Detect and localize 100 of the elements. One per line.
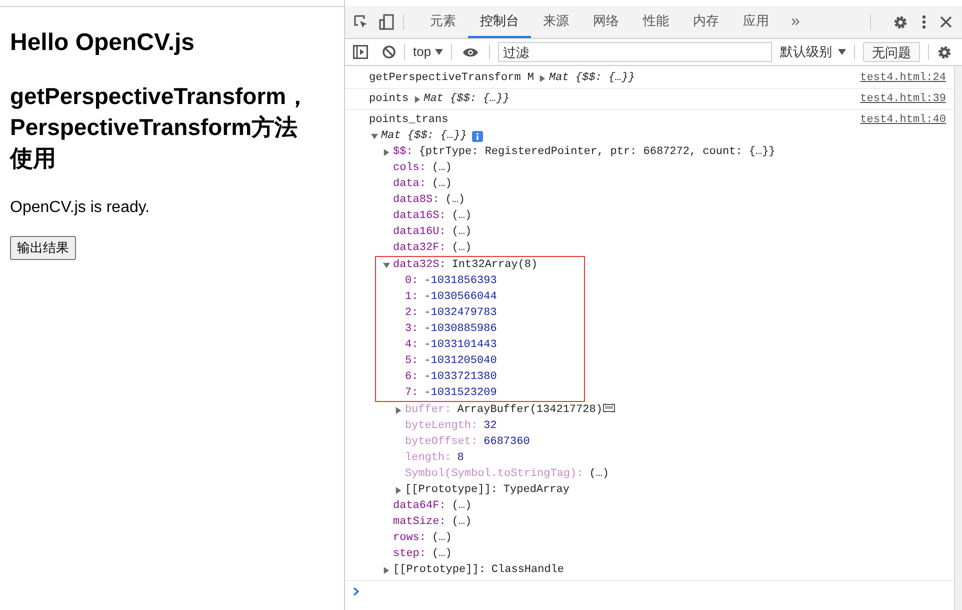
sidebar-toggle-icon[interactable] xyxy=(353,45,368,59)
devtools-tab[interactable]: 网络 xyxy=(581,6,631,38)
property-value: (…) xyxy=(452,224,472,240)
object-summary[interactable]: Mat {$$: {…}} xyxy=(549,70,635,86)
settings-icon[interactable] xyxy=(937,44,952,60)
property-value: -1033721380 xyxy=(424,370,497,385)
property-value: (…) xyxy=(432,176,452,192)
object-summary[interactable]: Mat {$$: {…}} xyxy=(381,128,467,144)
property-value: -1031856393 xyxy=(424,274,497,289)
property-value: TypedArray xyxy=(503,482,570,498)
collapsed-triangle-icon[interactable] xyxy=(383,566,390,574)
property-key: data16U: xyxy=(393,224,446,240)
devtools-tab[interactable]: 性能 xyxy=(631,6,681,38)
property-key: data8S: xyxy=(393,192,440,208)
source-link[interactable]: test4.html:40 xyxy=(860,112,946,128)
property-value: -1031523209 xyxy=(424,386,497,401)
clear-console-icon[interactable] xyxy=(382,45,396,59)
source-link[interactable]: test4.html:24 xyxy=(860,70,946,86)
property-value: ClassHandle xyxy=(491,562,564,578)
inspect-element-icon[interactable] xyxy=(353,14,369,30)
caret-icon xyxy=(838,49,846,55)
status-text: OpenCV.js is ready. xyxy=(10,198,151,218)
property-value: 8 xyxy=(457,450,464,466)
collapsed-triangle-icon[interactable] xyxy=(539,74,546,82)
filter-field[interactable]: 过滤 xyxy=(498,42,772,62)
log-message: points xyxy=(369,92,409,107)
collapsed-triangle-icon[interactable] xyxy=(414,96,421,102)
devtools-tab[interactable]: 内存 xyxy=(681,6,731,38)
close-icon[interactable] xyxy=(940,16,952,28)
log-message: points_trans xyxy=(369,112,448,128)
source-link[interactable]: test4.html:39 xyxy=(860,90,946,108)
property-value: -1030885986 xyxy=(424,322,497,337)
kebab-menu-icon[interactable] xyxy=(922,15,926,29)
property-value: (…) xyxy=(452,240,472,256)
expanded-triangle-icon[interactable] xyxy=(383,262,390,268)
property-key: 7: xyxy=(405,384,418,402)
property-value: (…) xyxy=(452,514,472,530)
page-heading: Hello OpenCV.js xyxy=(10,29,196,57)
property-value: -1033101443 xyxy=(424,338,497,353)
property-key: Symbol(Symbol.toStringTag): xyxy=(405,466,584,482)
property-value: {ptrType: RegisteredPointer, ptr: 6687272, count: {…}} xyxy=(418,144,776,160)
property-value: -1031205040 xyxy=(424,354,497,369)
devtools-tab[interactable]: 元素 xyxy=(418,6,468,38)
property-value: (…) xyxy=(432,160,452,176)
property-key: 0: xyxy=(405,272,418,290)
expanded-triangle-icon[interactable] xyxy=(371,132,378,140)
more-tabs-button[interactable]: » xyxy=(781,6,810,38)
output-button[interactable]: 输出结果 xyxy=(10,236,76,260)
property-key: 2: xyxy=(405,304,418,322)
property-key: length: xyxy=(405,450,452,466)
log-message: getPerspectiveTransform M xyxy=(369,70,534,86)
property-key: 5: xyxy=(405,352,418,370)
collapsed-triangle-icon[interactable] xyxy=(383,148,390,156)
property-key: rows: xyxy=(393,530,426,546)
issues-button[interactable]: 无问题 xyxy=(863,42,920,62)
property-key: byteLength: xyxy=(405,418,478,434)
property-value: (…) xyxy=(452,498,472,514)
collapsed-triangle-icon[interactable] xyxy=(395,486,402,494)
object-summary[interactable]: Mat {$$: {…}} xyxy=(424,90,510,108)
property-key: buffer: xyxy=(405,402,452,418)
log-level-dropdown[interactable]: 默认级别 xyxy=(780,42,846,62)
property-value: (…) xyxy=(452,208,472,224)
property-key: 6: xyxy=(405,368,418,386)
page-subheading: getPerspectiveTransform，PerspectiveTransform方法使用 xyxy=(10,82,310,173)
property-key: 4: xyxy=(405,336,418,354)
devtools-tab[interactable]: 应用 xyxy=(731,6,781,38)
property-key: data: xyxy=(393,176,426,192)
property-value: (…) xyxy=(432,530,452,546)
memory-inspector-icon[interactable] xyxy=(603,403,616,413)
devtools-tab[interactable]: 来源 xyxy=(531,6,581,38)
property-value: -1032479783 xyxy=(424,306,497,321)
collapsed-triangle-icon[interactable] xyxy=(395,406,402,414)
property-key: [[Prototype]]: xyxy=(393,562,486,578)
property-value: ArrayBuffer(134217728) xyxy=(457,402,602,418)
property-key: data32F: xyxy=(393,240,446,256)
property-value: -1030566044 xyxy=(424,290,497,305)
property-key: data64F: xyxy=(393,498,446,514)
prompt-chevron-icon[interactable] xyxy=(353,586,360,596)
info-icon xyxy=(472,130,483,142)
context-dropdown[interactable]: top xyxy=(413,42,444,62)
property-value: (…) xyxy=(445,192,466,208)
property-key: [[Prototype]]: xyxy=(405,482,498,498)
caret-icon xyxy=(435,49,444,55)
property-key: step: xyxy=(393,546,426,562)
property-value: Int32Array(8) xyxy=(452,258,538,273)
property-value: 32 xyxy=(484,418,497,434)
property-value: (…) xyxy=(432,546,452,562)
property-key: $$: xyxy=(393,144,413,160)
property-key: 3: xyxy=(405,320,418,338)
property-value: (…) xyxy=(589,466,610,482)
scrollbar[interactable] xyxy=(955,66,962,610)
property-key: data16S: xyxy=(393,208,446,224)
property-key: matSize: xyxy=(393,514,446,530)
devtools-tab[interactable]: 控制台 xyxy=(468,6,531,38)
property-key: data32S: xyxy=(393,256,446,274)
property-key: byteOffset: xyxy=(405,434,478,450)
eye-icon[interactable] xyxy=(462,46,480,58)
property-key: cols: xyxy=(393,160,426,176)
settings-icon[interactable] xyxy=(893,14,908,30)
device-toolbar-icon[interactable] xyxy=(379,14,395,30)
